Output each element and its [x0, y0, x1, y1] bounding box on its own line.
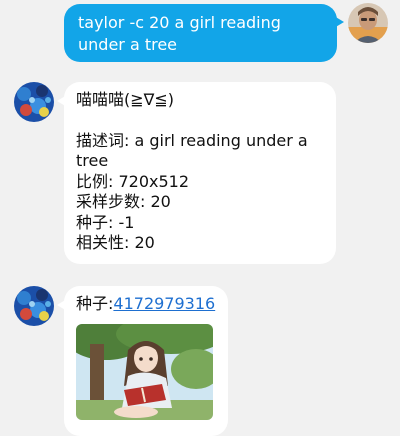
bot-message-title: 喵喵喵(≧∇≦): [76, 90, 175, 109]
relevance-line: 相关性: 20: [76, 233, 155, 252]
bot-message-bubble-params[interactable]: 喵喵喵(≧∇≦) 描述词: a girl reading under a tre…: [57, 82, 336, 264]
bot-avatar-image: [14, 82, 54, 122]
bot-avatar[interactable]: [14, 286, 54, 326]
description-line: 描述词: a girl reading under a tree: [76, 130, 308, 171]
generated-anime-image: [76, 324, 213, 420]
seed-prefix: 种子:: [76, 294, 114, 313]
bot-message-bubble-image[interactable]: 种子:4172979316: [57, 286, 228, 436]
user-avatar-image: [348, 3, 388, 43]
seed-line: 种子: -1: [76, 212, 135, 232]
outgoing-message-text: taylor -c 20 a girl reading under a tree: [78, 13, 281, 54]
seed-result-line: 种子:4172979316: [76, 294, 216, 315]
user-avatar[interactable]: [348, 3, 388, 43]
bot-avatar-image: [14, 286, 54, 326]
seed-value-link[interactable]: 4172979316: [113, 294, 215, 313]
bot-avatar[interactable]: [14, 82, 54, 122]
outgoing-message-bubble[interactable]: taylor -c 20 a girl reading under a tree: [64, 4, 344, 62]
steps-line: 采样步数: 20: [76, 192, 171, 211]
ratio-line: 比例: 720x512: [76, 171, 190, 191]
generated-image[interactable]: [76, 324, 213, 420]
